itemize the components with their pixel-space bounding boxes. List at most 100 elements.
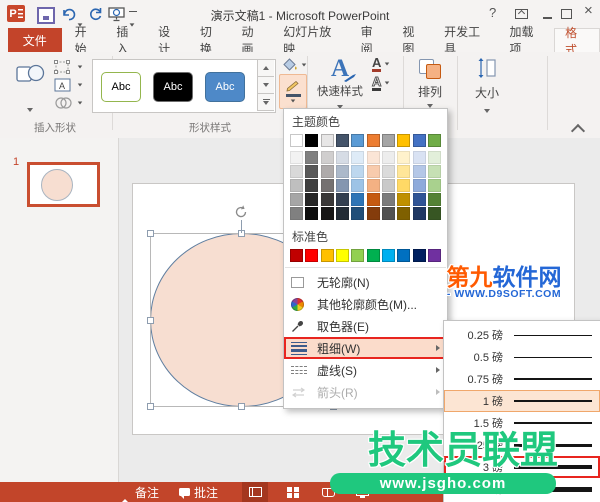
menu-item-color-wheel[interactable]: 其他轮廓颜色(M)... (284, 293, 447, 315)
standard-color-swatch-6[interactable] (366, 249, 380, 262)
theme-variant-swatch-5-3[interactable] (351, 179, 365, 193)
theme-variant-swatch-7-5[interactable] (381, 207, 395, 221)
standard-color-swatch-5[interactable] (351, 249, 365, 262)
theme-variant-swatch-4-5[interactable] (335, 207, 349, 221)
theme-variant-swatch-3-5[interactable] (320, 207, 334, 221)
close-button[interactable]: × (584, 3, 593, 18)
help-button[interactable]: ? (489, 6, 496, 20)
shape-style-option-2[interactable]: Abc (153, 72, 193, 102)
tab-4[interactable]: 切换 (191, 25, 233, 56)
weight-option-1[interactable]: 0.25 磅 (444, 324, 600, 346)
shape-style-option-1[interactable]: Abc (101, 72, 141, 102)
theme-variant-swatch-2-4[interactable] (305, 193, 319, 207)
theme-color-swatch-7[interactable] (381, 134, 395, 147)
theme-color-swatch-3[interactable] (320, 134, 334, 147)
standard-color-swatch-8[interactable] (397, 249, 411, 262)
theme-variant-swatch-1-3[interactable] (290, 179, 303, 193)
theme-variant-swatch-8-5[interactable] (397, 207, 411, 221)
gallery-scroll-down-button[interactable] (257, 77, 274, 94)
theme-variant-swatch-7-4[interactable] (381, 193, 395, 207)
theme-variant-swatch-5-1[interactable] (351, 151, 365, 165)
theme-variant-swatch-9-4[interactable] (412, 193, 426, 207)
theme-variant-swatch-1-4[interactable] (290, 193, 303, 207)
standard-color-swatch-3[interactable] (320, 249, 334, 262)
merge-shapes-button[interactable] (54, 96, 83, 110)
gallery-more-button[interactable] (257, 94, 274, 111)
theme-variant-swatch-8-2[interactable] (397, 165, 411, 179)
theme-variant-swatch-3-2[interactable] (320, 165, 334, 179)
shapes-button[interactable] (8, 58, 52, 114)
theme-variant-swatch-9-5[interactable] (412, 207, 426, 221)
theme-color-swatch-6[interactable] (366, 134, 380, 147)
standard-color-swatch-10[interactable] (427, 249, 441, 262)
menu-item-eyedropper[interactable]: 取色器(E) (284, 315, 447, 337)
theme-variant-swatch-10-3[interactable] (427, 179, 441, 193)
theme-variant-swatch-6-5[interactable] (366, 207, 380, 221)
weight-option-3[interactable]: 0.75 磅 (444, 368, 600, 390)
standard-color-swatch-9[interactable] (412, 249, 426, 262)
theme-variant-swatch-10-1[interactable] (427, 151, 441, 165)
theme-variant-swatch-4-1[interactable] (335, 151, 349, 165)
comments-button[interactable]: 批注 (179, 482, 218, 502)
tab-5[interactable]: 动画 (233, 25, 275, 56)
menu-item-line-weight[interactable]: 粗细(W) (284, 337, 447, 359)
slide-thumbnail[interactable] (27, 162, 100, 207)
theme-variant-swatch-4-2[interactable] (335, 165, 349, 179)
notes-button[interactable]: 备注 (121, 482, 159, 502)
standard-color-swatch-4[interactable] (335, 249, 349, 262)
theme-variant-swatch-5-5[interactable] (351, 207, 365, 221)
tab-3[interactable]: 设计 (149, 25, 191, 56)
size-button[interactable]: 大小 (462, 57, 512, 113)
theme-variant-swatch-3-1[interactable] (320, 151, 334, 165)
tab-6[interactable]: 幻灯片放映 (274, 25, 351, 56)
theme-variant-swatch-3-3[interactable] (320, 179, 334, 193)
theme-variant-swatch-5-4[interactable] (351, 193, 365, 207)
maximize-button[interactable] (561, 8, 572, 22)
theme-variant-swatch-6-2[interactable] (366, 165, 380, 179)
theme-variant-swatch-4-3[interactable] (335, 179, 349, 193)
theme-variant-swatch-8-3[interactable] (397, 179, 411, 193)
shape-outline-button[interactable] (279, 74, 307, 109)
shape-style-option-3[interactable]: Abc (205, 72, 245, 102)
theme-variant-swatch-8-1[interactable] (397, 151, 411, 165)
gallery-scroll-up-button[interactable] (257, 60, 274, 77)
theme-variant-swatch-1-5[interactable] (290, 207, 303, 221)
theme-variant-swatch-7-1[interactable] (381, 151, 395, 165)
tab-8[interactable]: 视图 (393, 25, 435, 56)
theme-variant-swatch-7-2[interactable] (381, 165, 395, 179)
theme-variant-swatch-2-5[interactable] (305, 207, 319, 221)
theme-variant-swatch-6-1[interactable] (366, 151, 380, 165)
standard-color-swatch-2[interactable] (305, 249, 319, 262)
theme-variant-swatch-6-4[interactable] (366, 193, 380, 207)
theme-variant-swatch-9-3[interactable] (412, 179, 426, 193)
theme-variant-swatch-2-3[interactable] (305, 179, 319, 193)
theme-color-swatch-2[interactable] (305, 134, 319, 147)
text-outline-button[interactable]: A (371, 75, 390, 91)
theme-variant-swatch-2-2[interactable] (305, 165, 319, 179)
resize-handle-top-left[interactable] (147, 230, 154, 237)
theme-variant-swatch-4-4[interactable] (335, 193, 349, 207)
theme-variant-swatch-10-4[interactable] (427, 193, 441, 207)
collapse-ribbon-button[interactable] (570, 123, 586, 139)
theme-color-swatch-10[interactable] (427, 134, 441, 147)
theme-variant-swatch-6-3[interactable] (366, 179, 380, 193)
standard-color-swatch-1[interactable] (290, 249, 303, 262)
theme-variant-swatch-2-1[interactable] (305, 151, 319, 165)
theme-variant-swatch-1-2[interactable] (290, 165, 303, 179)
theme-variant-swatch-10-5[interactable] (427, 207, 441, 221)
rotate-handle[interactable] (233, 204, 249, 225)
arrange-button[interactable]: 排列 (408, 57, 452, 108)
ribbon-display-options-button[interactable] (515, 8, 528, 22)
tab-10[interactable]: 加载项 (501, 25, 555, 56)
shape-fill-button[interactable] (281, 57, 307, 72)
text-fill-button[interactable]: A (372, 56, 390, 72)
theme-variant-swatch-5-2[interactable] (351, 165, 365, 179)
resize-handle-bottom-left[interactable] (147, 403, 154, 410)
theme-variant-swatch-10-2[interactable] (427, 165, 441, 179)
resize-handle-bottom-middle[interactable] (238, 403, 245, 410)
theme-variant-swatch-1-1[interactable] (290, 151, 303, 165)
tab-7[interactable]: 审阅 (352, 25, 394, 56)
text-box-button[interactable]: A (54, 78, 83, 92)
tab-1[interactable]: 开始 (66, 25, 108, 56)
tab-format-active[interactable]: 格式 (554, 26, 600, 57)
